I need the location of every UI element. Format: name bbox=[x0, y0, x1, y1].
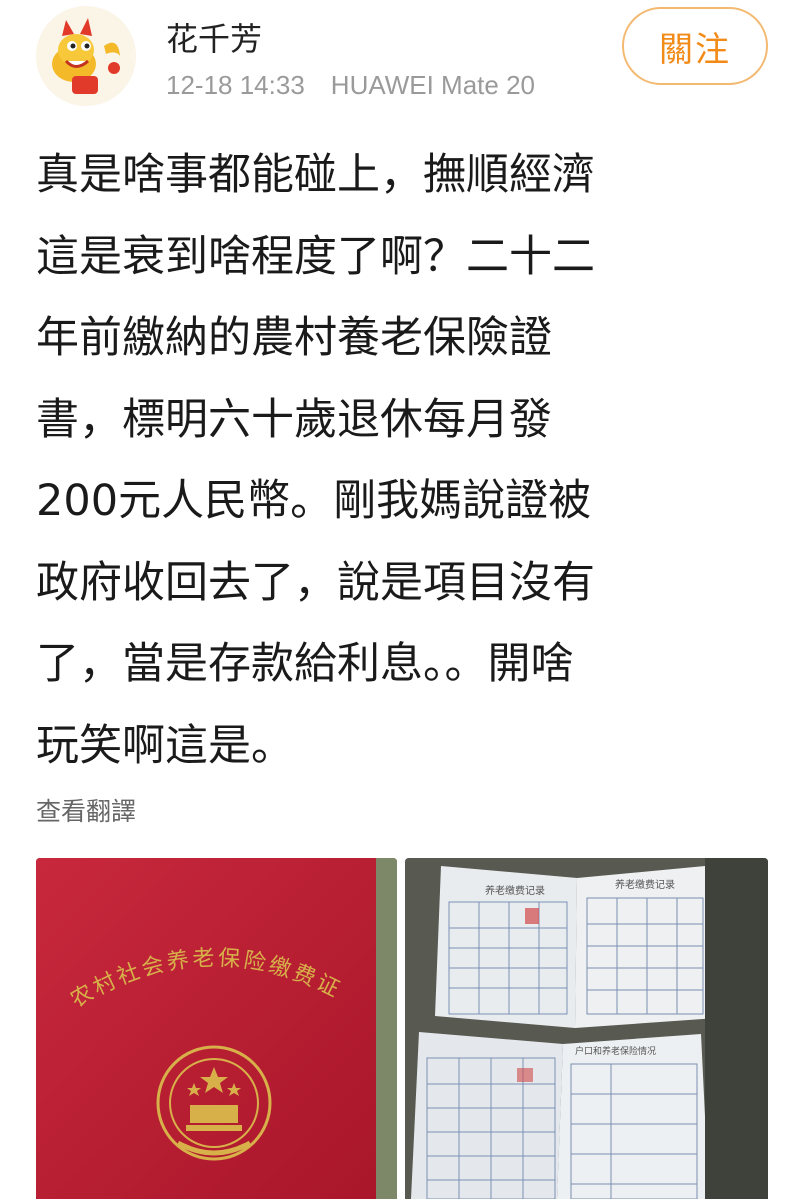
photo-payment-records[interactable]: 养老缴费记录 养老缴费记录 户口和养老保险情况 bbox=[405, 858, 768, 1199]
author-name[interactable]: 花千芳 bbox=[166, 14, 262, 60]
right-page-title: 养老缴费记录 bbox=[615, 878, 675, 891]
post-text-line: 200元人民幣。剛我媽說證被 bbox=[36, 476, 592, 526]
view-translation-link[interactable]: 查看翻譯 bbox=[36, 792, 136, 828]
post-text-line: 書，標明六十歲退休每月發 bbox=[36, 394, 552, 445]
post-text-line: 年前繳納的農村養老保險證 bbox=[36, 313, 552, 363]
certificate-cover-image: 农村社会养老保险缴费证 bbox=[36, 858, 397, 1199]
post-text-line: 真是啥事都能碰上，撫順經濟 bbox=[36, 150, 595, 200]
photo-certificate-cover[interactable]: 农村社会养老保险缴费证 bbox=[36, 858, 397, 1199]
post-text: 真是啥事都能碰上，撫順經濟 這是衰到啥程度了啊？二十二 年前繳納的農村養老保險證… bbox=[36, 135, 771, 787]
post-device: HUAWEI Mate 20 bbox=[330, 70, 536, 100]
post-meta: 12-18 14:33 HUAWEI Mate 20 bbox=[166, 70, 535, 101]
left-page-title: 养老缴费记录 bbox=[485, 884, 545, 897]
follow-button[interactable]: 關注 bbox=[622, 7, 768, 85]
post-text-line: 了，當是存款給利息。。開啥 bbox=[36, 639, 574, 689]
dragon-mascot-icon bbox=[36, 6, 136, 106]
post-text-line: 政府收回去了，說是項目沒有 bbox=[36, 557, 595, 608]
post-text-line: 玩笑啊這是。 bbox=[36, 720, 294, 771]
post-text-line: 這是衰到啥程度了啊？二十二 bbox=[36, 231, 595, 282]
post-timestamp: 12-18 14:33 bbox=[166, 70, 305, 100]
lower-right-page-title: 户口和养老保险情况 bbox=[575, 1045, 656, 1057]
author-avatar[interactable] bbox=[36, 6, 136, 106]
payment-records-image: 养老缴费记录 养老缴费记录 户口和养老保险情况 bbox=[405, 858, 768, 1199]
